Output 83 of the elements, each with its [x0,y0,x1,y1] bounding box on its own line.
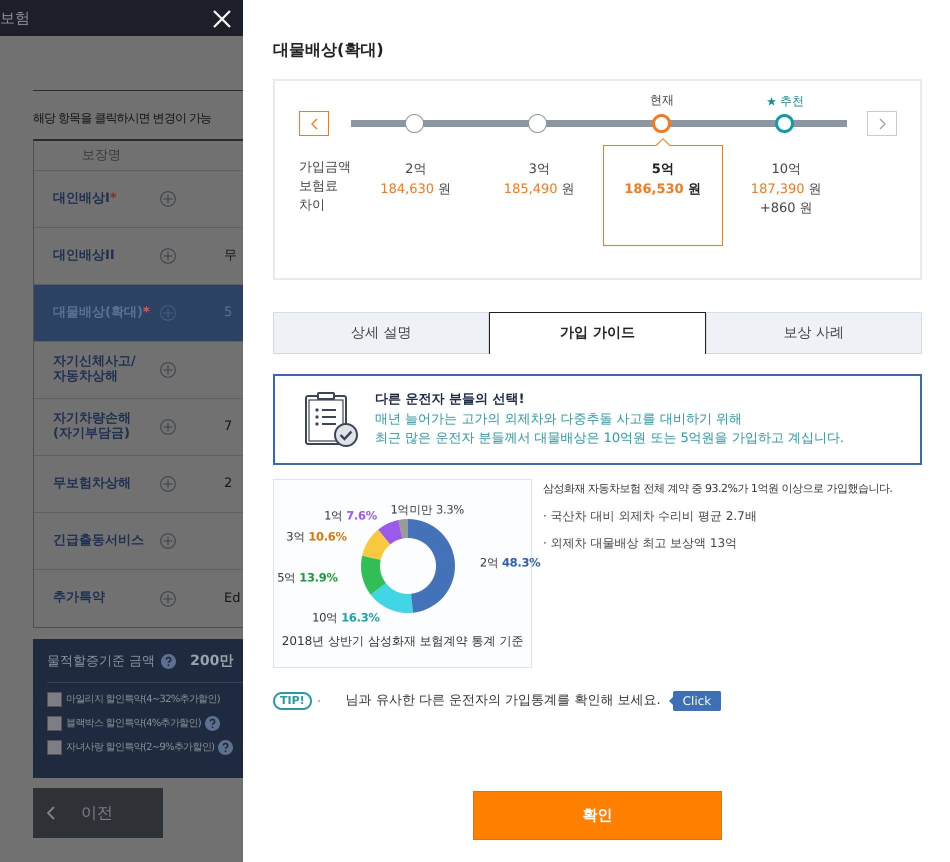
plus-icon[interactable] [160,305,176,321]
coverage-name: 자기신체사고/ 자동차상해 [52,355,137,385]
checkbox[interactable] [47,740,62,755]
amount-text: 3억 [528,161,551,180]
column-header: 보장명 [82,146,121,165]
coverage-name: 대인배상I* [52,192,118,206]
coverage-name: 추가특약 [52,591,106,606]
premium-text: 184,630 원 [379,180,452,199]
slider-node[interactable] [652,114,671,134]
chevron-left-icon [47,806,55,820]
help-icon[interactable] [218,740,234,755]
premium-text: 186,530 원 [623,180,702,199]
row-label: 차이 [299,196,326,215]
previous-button[interactable]: 이전 [33,788,163,838]
tab[interactable]: 가입 가이드 [489,312,706,354]
stats-headline: 삼성화재 자동차보험 전체 계약 중 93.2%가 1억원 이상으로 가입했습니다. [543,481,892,498]
selected-option-card[interactable]: 5억 186,530 원 [602,145,723,246]
amount-text: 10억 [770,161,802,180]
coverage-name: 자기차량손해 (자기부담금) [52,412,132,442]
next-step-button[interactable] [867,111,897,136]
plus-icon[interactable] [160,191,176,207]
chevron-right-icon [878,118,886,130]
surcharge-label: 물적할증기준 금액 [47,652,156,671]
plus-icon[interactable] [160,476,176,492]
header-title: 보험 [0,8,30,29]
recommended-label: 추천 [780,93,804,110]
plus-icon[interactable] [160,533,176,549]
close-icon[interactable] [213,10,231,28]
star-icon [766,96,776,106]
chart-caption: 2018년 상반기 삼성화재 보험계약 통계 기준 [282,633,524,650]
tip-badge: TIP! [273,692,312,710]
discount-label: 자녀사랑 할인특약(2~9%추가할인) [66,741,214,755]
tip-text: 님과 유사한 다른 운전자의 가입통계를 확인해 보세요. [346,692,661,710]
slider-node[interactable] [404,114,424,134]
difference-text: +860 원 [758,200,814,218]
coverage-name: 무보험차상해 [52,476,132,492]
plus-icon[interactable] [160,362,176,378]
current-label: 현재 [650,92,674,110]
data-label: 1억미만 3.3% [390,502,464,519]
data-label: 2억 48.3% [480,554,540,572]
clipboard-check-icon [305,392,359,448]
plus-icon[interactable] [160,419,176,435]
row-label: 보험료 [299,178,339,196]
checkbox[interactable] [47,692,62,707]
plus-icon[interactable] [160,590,176,606]
row-label: 가입금액 [299,159,352,178]
slider-node[interactable] [528,114,548,134]
surcharge-value: 200만 [190,652,234,671]
coverage-value: 2 [224,475,232,494]
premium-text: 185,490 원 [502,180,576,199]
amount-text: 2억 [404,161,428,180]
coverage-name: 긴급출동서비스 [52,534,145,548]
coverage-value: 7 [224,418,232,436]
slider-node[interactable] [775,114,794,134]
coverage-value: 무 [224,247,237,266]
stats-bullet: · 외제차 대물배상 최고 보상액 13억 [543,534,738,552]
coverage-name: 대인배상II [52,248,116,264]
checkbox[interactable] [47,716,62,731]
discount-label: 블랙박스 할인특약(4%추가할인) [66,717,201,731]
previous-step-button[interactable] [299,111,329,136]
tab[interactable]: 보상 사례 [706,312,922,354]
coverage-row[interactable]: 추가특약 Ed [34,570,243,627]
data-label: 5억 13.9% [277,570,338,587]
coverage-value: Ed [224,590,240,608]
guide-text: 최근 많은 운전자 분들께서 대물배상은 10억원 또는 5억원을 가입하고 계십니다. [375,430,844,448]
amount-text: 5억 [650,161,675,180]
data-label: 1억 7.6% [324,507,377,524]
plus-icon[interactable] [160,248,176,264]
help-icon[interactable] [204,716,220,731]
chevron-left-icon [310,118,318,130]
help-icon[interactable] [161,654,176,669]
guide-title: 다른 운전자 분들의 선택! [375,391,526,410]
data-label: 3억 10.6% [286,528,347,546]
card-pointer [654,138,671,146]
panel-title: 대물배상(확대) [273,40,385,60]
guide-text: 매년 늘어가는 고가의 외제차와 다중추돌 사고를 대비하기 위해 [375,410,743,429]
tab[interactable]: 상세 설명 [273,312,490,354]
data-label: 10억 16.3% [312,609,380,626]
discount-label: 마일리지 할인특약(4~32%추가할인) [66,693,220,707]
confirm-button[interactable]: 확인 [473,791,722,840]
stats-bullet: · 국산차 대비 외제차 수리비 평균 2.7배 [543,508,758,525]
premium-text: 187,390 원 [750,180,823,199]
notice-text: 해당 항목을 클릭하시면 변경이 가능 [33,110,212,127]
